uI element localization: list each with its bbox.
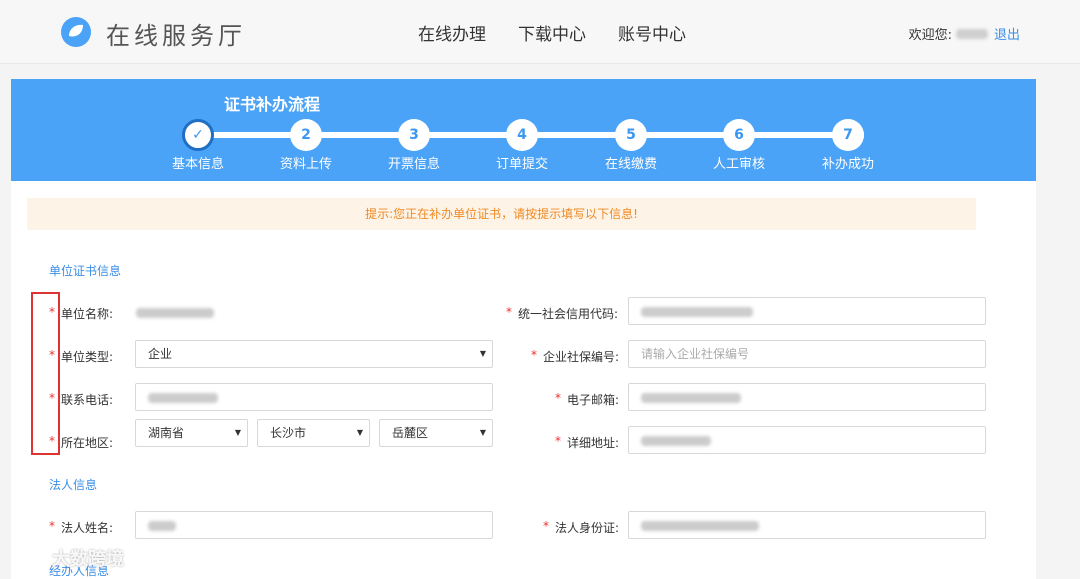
phone-value-blurred [148,392,218,403]
required-marks-highlight-box [31,292,60,455]
region-label: 所在地区: [61,436,114,450]
step-7-label: 补办成功 [821,157,874,172]
email-label: 电子邮箱: [567,393,620,407]
brand-title: 在线服务厅 [106,22,246,50]
address-value-blurred [641,435,711,446]
step-7-number: 7 [832,119,864,151]
step-4: 4 订单提交 [472,119,572,172]
unit-name-label: 单位名称: [61,307,114,321]
step-5-label: 在线缴费 [604,157,657,172]
welcome-text: 欢迎您: [908,28,952,43]
social-no-input[interactable]: 请输入企业社保编号 [628,340,986,368]
step-3-label: 开票信息 [387,157,440,172]
step-6: 6 人工审核 [689,119,789,172]
email-value-blurred [641,392,741,403]
social-no-label: 企业社保编号: [543,350,620,364]
credit-code-value-blurred [641,306,753,317]
top-header: 在线服务厅 在线办理 下载中心 账号中心 欢迎您: 退出 [0,0,1080,64]
required-mark: * [49,519,55,533]
unit-name-value-blurred [136,308,214,318]
unit-type-label: 单位类型: [61,350,114,364]
user-area: 欢迎您: 退出 [909,24,1020,43]
step-4-number: 4 [506,119,538,151]
legal-section-title: 法人信息 [49,478,98,492]
username-blurred [955,28,988,39]
step-1: ✓ 基本信息 [148,119,248,172]
phone-label: 联系电话: [61,393,114,407]
unit-type-select[interactable]: 企业 ▼ [135,340,493,368]
nav-online-handle[interactable]: 在线办理 [418,20,486,45]
address-label: 详细地址: [567,436,620,450]
legal-id-value-blurred [641,520,759,531]
step-2-label: 资料上传 [279,157,332,172]
nav-account-center[interactable]: 账号中心 [618,20,686,45]
caret-down-icon: ▼ [356,428,363,437]
required-mark: * [531,348,537,362]
step-6-number: 6 [723,119,755,151]
step-6-label: 人工审核 [712,157,765,172]
district-value: 岳麓区 [392,426,429,440]
process-title: 证书补办流程 [224,95,321,114]
credit-code-input[interactable] [628,297,986,325]
logout-link[interactable]: 退出 [994,24,1020,43]
legal-id-input[interactable] [628,511,986,539]
required-mark: * [506,305,512,319]
legal-name-label: 法人姓名: [61,521,114,535]
watermark-text: 大数跨境 [52,549,124,570]
notice-banner: 提示:您正在补办单位证书，请按提示填写以下信息! [27,198,976,230]
required-mark: * [543,519,549,533]
required-mark: * [555,391,561,405]
main-nav: 在线办理 下载中心 账号中心 [418,20,686,45]
step-1-check-icon: ✓ [182,119,214,151]
email-input[interactable] [628,383,986,411]
step-1-label: 基本信息 [171,157,224,172]
province-select[interactable]: 湖南省 ▼ [135,419,248,447]
watermark: 大数跨境 [10,545,124,571]
credit-code-label: 统一社会信用代码: [518,307,619,321]
step-5: 5 在线缴费 [581,119,681,172]
brand-logo-icon [61,17,91,47]
legal-id-label: 法人身份证: [555,521,620,535]
nav-download-center[interactable]: 下载中心 [518,20,586,45]
step-7: 7 补办成功 [798,119,898,172]
unit-type-value: 企业 [148,347,173,361]
step-2: 2 资料上传 [256,119,356,172]
caret-down-icon: ▼ [234,428,241,437]
step-4-label: 订单提交 [495,157,548,172]
unit-section-title: 单位证书信息 [49,264,122,278]
step-3: 3 开票信息 [364,119,464,172]
legal-name-input[interactable] [135,511,493,539]
district-select[interactable]: 岳麓区 ▼ [379,419,493,447]
legal-name-value-blurred [148,520,176,531]
step-5-number: 5 [615,119,647,151]
watermark-logo-icon [11,552,46,566]
phone-input[interactable] [135,383,493,411]
step-3-number: 3 [398,119,430,151]
address-input[interactable] [628,426,986,454]
city-select[interactable]: 长沙市 ▼ [257,419,370,447]
caret-down-icon: ▼ [479,428,486,437]
province-value: 湖南省 [148,426,185,440]
step-2-number: 2 [290,119,322,151]
required-mark: * [555,434,561,448]
city-value: 长沙市 [270,426,307,440]
progress-banner: 证书补办流程 ✓ 基本信息 2 资料上传 3 开票信息 4 订单提交 5 在线缴… [11,79,1036,181]
caret-down-icon: ▼ [479,349,486,358]
